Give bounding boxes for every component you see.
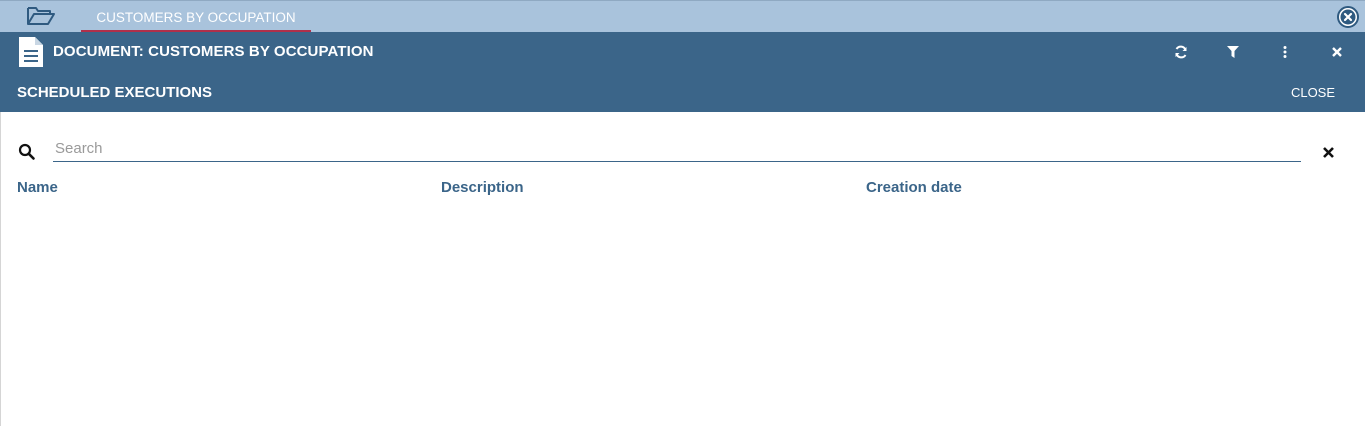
more-vert-icon [1283, 46, 1287, 58]
close-icon [1332, 47, 1342, 57]
tab-label: CUSTOMERS BY OCCUPATION [96, 9, 296, 25]
close-all-button[interactable] [1336, 5, 1360, 29]
column-header-name[interactable]: Name [17, 179, 58, 196]
close-button[interactable]: CLOSE [1278, 80, 1348, 104]
circle-close-icon [1337, 6, 1359, 28]
refresh-button[interactable] [1169, 40, 1193, 64]
filter-button[interactable] [1221, 40, 1245, 64]
close-icon [1322, 146, 1334, 158]
panel-title: SCHEDULED EXECUTIONS [17, 84, 213, 101]
open-folder-button[interactable] [24, 4, 58, 28]
close-document-button[interactable] [1325, 40, 1349, 64]
document-title: DOCUMENT: CUSTOMERS BY OCCUPATION [53, 43, 374, 60]
column-header-creation-date[interactable]: Creation date [866, 179, 962, 196]
clear-search-button[interactable] [1319, 143, 1337, 161]
scheduled-executions-header: SCHEDULED EXECUTIONS CLOSE [0, 72, 1365, 112]
refresh-icon [1175, 45, 1187, 59]
search-icon [18, 143, 35, 160]
search-input[interactable] [53, 135, 1301, 162]
column-header-description[interactable]: Description [441, 179, 524, 196]
tab-bar: CUSTOMERS BY OCCUPATION [0, 0, 1365, 32]
filter-icon [1227, 46, 1239, 58]
document-icon [19, 37, 43, 67]
scheduled-executions-content: Name Description Creation date [0, 112, 1365, 426]
tab-customers-by-occupation[interactable]: CUSTOMERS BY OCCUPATION [81, 1, 311, 33]
document-toolbar: DOCUMENT: CUSTOMERS BY OCCUPATION [0, 32, 1365, 72]
more-options-button[interactable] [1273, 40, 1297, 64]
folder-open-icon [27, 7, 55, 25]
